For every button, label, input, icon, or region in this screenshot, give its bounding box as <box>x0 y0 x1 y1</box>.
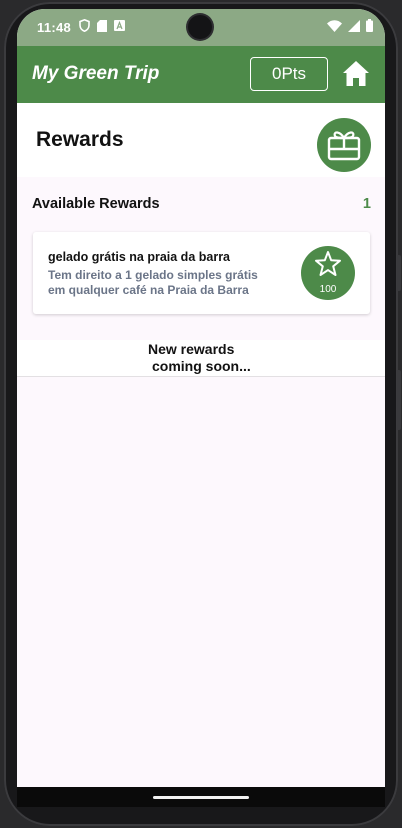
home-icon[interactable] <box>342 59 370 87</box>
battery-icon <box>366 19 373 32</box>
reward-card[interactable]: gelado grátis na praia da barra Tem dire… <box>33 232 370 314</box>
reward-redeem-button[interactable]: 100 <box>301 246 355 300</box>
app-title: My Green Trip <box>32 63 160 84</box>
available-rewards-label: Available Rewards <box>32 196 160 212</box>
star-icon <box>315 251 341 276</box>
shield-icon <box>79 19 90 32</box>
status-icons-right <box>327 19 373 32</box>
signal-icon <box>348 19 360 32</box>
reward-cost: 100 <box>319 284 337 295</box>
gift-button[interactable] <box>317 118 371 172</box>
reward-name: gelado grátis na praia da barra <box>48 250 231 264</box>
coming-soon-line1: New rewards <box>148 341 235 357</box>
status-icons-left <box>79 19 125 32</box>
system-nav-bar <box>17 787 385 807</box>
coming-soon-line2: coming soon... <box>152 358 251 374</box>
app-screen: 11:48 My Green Trip 0Pts Rewards Availab… <box>17 9 385 807</box>
rewards-header: Rewards <box>17 103 385 177</box>
power-button <box>397 255 401 291</box>
gift-card-icon <box>327 131 361 161</box>
available-rewards-count: 1 <box>362 196 371 212</box>
reward-description: Tem direito a 1 gelado simples grátis em… <box>48 268 258 297</box>
app-header: My Green Trip 0Pts <box>17 46 385 103</box>
gesture-handle[interactable] <box>153 796 249 799</box>
available-rewards-row: Available Rewards 1 <box>32 196 371 216</box>
wifi-icon <box>327 19 342 32</box>
page-title: Rewards <box>36 128 124 151</box>
front-camera <box>188 15 212 39</box>
points-button[interactable]: 0Pts <box>250 57 328 91</box>
coming-soon-banner: New rewards coming soon... <box>17 340 385 377</box>
sd-card-icon <box>97 19 107 32</box>
status-bar: 11:48 <box>17 9 385 46</box>
status-time: 11:48 <box>37 20 72 35</box>
a-box-icon <box>114 20 125 31</box>
volume-button <box>397 370 401 430</box>
